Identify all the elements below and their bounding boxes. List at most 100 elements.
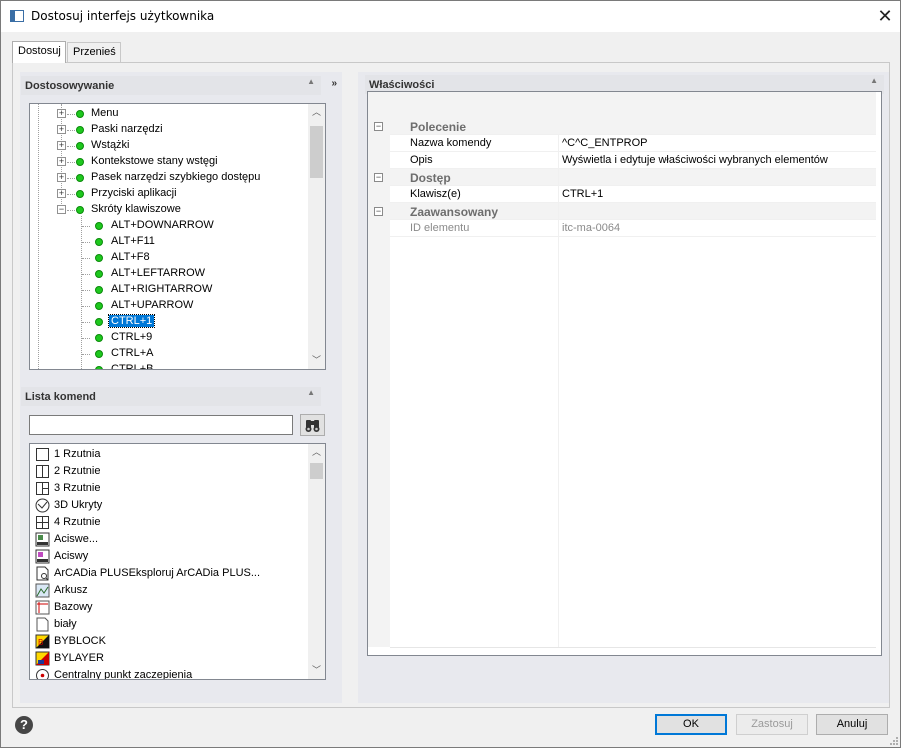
tree-item-label: CTRL+A	[111, 347, 154, 359]
expand-more-icon[interactable]: »	[331, 78, 337, 89]
property-row[interactable]: Opis Wyświetla i edytuje właściwości wyb…	[390, 152, 876, 169]
property-row[interactable]: Klawisz(e) CTRL+1	[390, 186, 876, 203]
collapse-icon[interactable]: −	[57, 205, 66, 214]
status-dot-icon	[95, 302, 103, 310]
scroll-down-icon[interactable]: ﹀	[308, 662, 325, 679]
collapse-icon[interactable]: ▲	[307, 388, 315, 397]
status-dot-icon	[95, 238, 103, 246]
status-dot-icon	[76, 174, 84, 182]
ok-button[interactable]: OK	[655, 714, 727, 735]
command-label: ArCADia PLUSEksploruj ArCADia PLUS...	[54, 567, 261, 579]
scroll-thumb[interactable]	[310, 463, 323, 479]
property-value[interactable]: ^C^C_ENTPROP	[562, 137, 648, 149]
property-key: Klawisz(e)	[410, 188, 461, 200]
category-dostep[interactable]: − Dostęp	[374, 169, 876, 186]
tree-connector	[82, 338, 90, 339]
white-color-icon	[36, 617, 49, 632]
close-icon[interactable]: ✕	[870, 1, 900, 32]
tree-connector	[67, 194, 75, 195]
expand-icon[interactable]: +	[57, 189, 66, 198]
collapse-icon[interactable]: ▲	[870, 76, 878, 85]
tree-item-label: CTRL+B	[111, 363, 154, 370]
properties-toolbar	[390, 92, 876, 118]
collapse-toggle-icon[interactable]: −	[374, 207, 383, 216]
tree-connector	[82, 242, 90, 243]
tree-guide	[81, 216, 82, 369]
command-label: Aciswy	[54, 550, 89, 562]
window-app-icon	[10, 10, 24, 22]
tree-connector	[67, 114, 75, 115]
category-label: Polecenie	[410, 120, 467, 134]
properties-grid: − Polecenie Nazwa komendy ^C^C_ENTPROP O…	[367, 91, 882, 656]
tab-dostosuj[interactable]: Dostosuj	[12, 41, 66, 63]
scroll-thumb[interactable]	[310, 126, 323, 178]
category-label: Zaawansowany	[410, 205, 499, 219]
tree-connector	[67, 162, 75, 163]
status-dot-icon	[76, 206, 84, 214]
expand-icon[interactable]: +	[57, 173, 66, 182]
expand-icon[interactable]: +	[57, 125, 66, 134]
command-search-input[interactable]	[29, 415, 293, 435]
collapse-toggle-icon[interactable]: −	[374, 122, 383, 131]
grid-bottom-line	[390, 647, 876, 648]
category-polecenie[interactable]: − Polecenie	[374, 118, 876, 135]
status-dot-icon	[95, 270, 103, 278]
bylayer-icon	[35, 651, 50, 666]
tree-item-label: CTRL+9	[111, 331, 153, 343]
tree-connector	[82, 226, 90, 227]
status-dot-icon	[76, 110, 84, 118]
property-value[interactable]: CTRL+1	[562, 188, 603, 200]
status-dot-icon	[95, 254, 103, 262]
tree-connector	[82, 290, 90, 291]
expand-icon[interactable]: +	[57, 109, 66, 118]
command-label: 4 Rzutnie	[54, 516, 101, 528]
tree-item-label: ALT+RIGHTARROW	[111, 283, 213, 295]
property-value[interactable]: Wyświetla i edytuje właściwości wybranyc…	[562, 154, 828, 166]
tree-connector	[82, 354, 90, 355]
tree-item-label: ALT+LEFTARROW	[111, 267, 206, 279]
customization-title: Dostosowywanie	[25, 80, 115, 92]
search-button[interactable]	[300, 414, 325, 436]
window-title: Dostosuj interfejs użytkownika	[31, 9, 215, 23]
tree-item-label: ALT+UPARROW	[111, 299, 194, 311]
column-divider[interactable]	[558, 135, 559, 647]
status-dot-icon	[95, 334, 103, 342]
svg-text:B: B	[38, 638, 43, 647]
collapse-icon[interactable]: ▲	[307, 77, 315, 86]
tree-connector	[67, 178, 75, 179]
collapse-toggle-icon[interactable]: −	[374, 173, 383, 182]
command-list-scrollbar[interactable]: ︿ ﹀	[308, 444, 325, 679]
acis-import-icon	[35, 549, 50, 564]
commands-title: Lista komend	[25, 391, 96, 403]
cancel-button[interactable]: Anuluj	[816, 714, 888, 735]
tree-guide	[38, 104, 39, 369]
property-value: itc-ma-0064	[562, 222, 621, 234]
tree-item-label: Skróty klawiszowe	[91, 203, 181, 215]
status-dot-icon	[95, 286, 103, 294]
command-list[interactable]: 1 Rzutnia 2 Rzutnie 3 Rzutnie 3D Ukryty 4 Rz…	[29, 443, 326, 680]
status-dot-icon	[76, 158, 84, 166]
tree-item-label: ALT+F11	[111, 235, 155, 247]
status-dot-icon	[76, 190, 84, 198]
scroll-up-icon[interactable]: ︿	[308, 104, 325, 121]
expand-icon[interactable]: +	[57, 141, 66, 150]
help-icon[interactable]: ?	[15, 716, 33, 734]
tree-item-label: Paski narzędzi	[91, 123, 163, 135]
scroll-down-icon[interactable]: ﹀	[308, 352, 325, 369]
tree-scrollbar[interactable]: ︿ ﹀	[308, 104, 325, 369]
category-zaawansowany[interactable]: − Zaawansowany	[374, 203, 876, 220]
scroll-up-icon[interactable]: ︿	[308, 444, 325, 461]
resize-grip-icon[interactable]	[889, 736, 899, 746]
two-viewports-icon	[36, 465, 49, 478]
explore-document-icon	[36, 566, 49, 581]
property-row[interactable]: Nazwa komendy ^C^C_ENTPROP	[390, 135, 876, 152]
tree-connector	[82, 258, 90, 259]
command-label: Centralny punkt zaczepienia	[54, 669, 193, 680]
tab-przenies[interactable]: Przenieś	[67, 42, 121, 62]
tree-item-label: Przyciski aplikacji	[91, 187, 177, 199]
command-label: 2 Rzutnie	[54, 465, 101, 477]
property-key: Opis	[410, 154, 433, 166]
status-dot-icon	[95, 366, 103, 369]
customization-tree[interactable]: + Menu + Paski narzędzi + Wstążki + Kontekstowe…	[29, 103, 326, 370]
expand-icon[interactable]: +	[57, 157, 66, 166]
